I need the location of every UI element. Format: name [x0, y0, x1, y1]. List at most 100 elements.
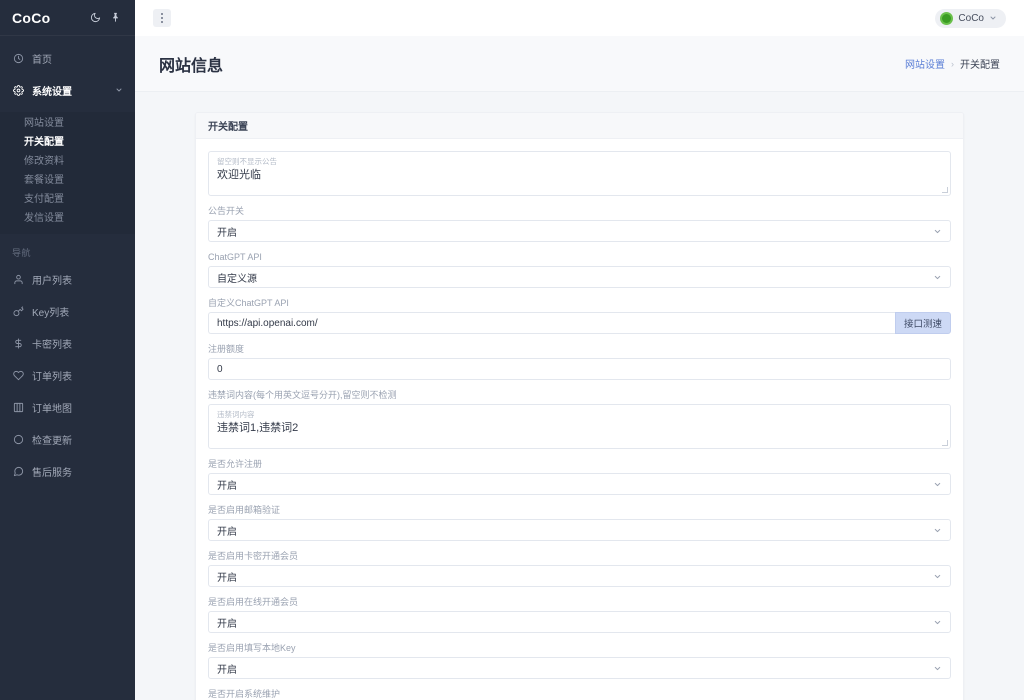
custom-api-input[interactable]: https://api.openai.com/: [208, 312, 895, 334]
select-value: 开启: [217, 480, 237, 492]
main-area: CoCo 网站信息 网站设置 › 开关配置 开关配置 留空则不显示公告 欢迎光临…: [135, 0, 1024, 700]
custom-api-input-group: https://api.openai.com/ 接口测速: [208, 312, 951, 334]
gear-icon: [12, 84, 25, 97]
page-header: 网站信息 网站设置 › 开关配置: [135, 36, 1024, 92]
sidebar-item-system-settings[interactable]: 系统设置: [0, 80, 135, 100]
field-announcement-switch: 公告开关 开启: [208, 205, 951, 242]
sidebar-item-label: 检查更新: [32, 435, 72, 447]
content-area: 开关配置 留空则不显示公告 欢迎光临 公告开关 开启 ChatGPT API 自…: [135, 92, 1024, 700]
resize-grip-icon[interactable]: [942, 440, 948, 446]
app-root: CoCo 首页 系统设置 网站设置 开关配置 修改资料 套餐设置 支付配置 发信…: [0, 0, 1024, 700]
avatar: [940, 11, 954, 25]
grid-icon: [12, 401, 25, 414]
sidebar-item-user-list[interactable]: 用户列表: [0, 269, 135, 289]
sidebar-item-key-list[interactable]: Key列表: [0, 301, 135, 321]
select-value: 自定义源: [217, 273, 257, 285]
sidebar-item-after-sales[interactable]: 售后服务: [0, 461, 135, 481]
field-label: 自定义ChatGPT API: [208, 298, 289, 308]
field-label: 公告开关: [208, 206, 245, 216]
card-header: 开关配置: [196, 113, 963, 139]
chevron-down-icon: [933, 480, 942, 489]
card-membership-select[interactable]: 开启: [208, 565, 951, 587]
field-allow-register: 是否允许注册 开启: [208, 458, 951, 495]
field-label: 是否允许注册: [208, 459, 263, 469]
card-icon: [12, 337, 25, 350]
app-logo: CoCo: [12, 9, 51, 26]
sidebar-subitem-switch-config[interactable]: 开关配置: [0, 133, 135, 152]
kebab-menu-icon[interactable]: [153, 9, 171, 27]
circle-icon: [12, 433, 25, 446]
field-label: 是否开启系统维护: [208, 689, 281, 699]
sidebar-item-home[interactable]: 首页: [0, 48, 135, 68]
chevron-down-icon: [933, 227, 942, 236]
chevron-down-icon: [933, 664, 942, 673]
field-custom-chatgpt-api: 自定义ChatGPT API https://api.openai.com/ 接…: [208, 297, 951, 334]
field-system-maintenance: 是否开启系统维护 关闭: [208, 688, 951, 700]
sidebar-item-label: 系统设置: [32, 86, 72, 98]
field-register-quota: 注册额度 0: [208, 343, 951, 380]
select-value: 开启: [217, 572, 237, 584]
announcement-textarea[interactable]: 留空则不显示公告 欢迎光临: [208, 151, 951, 196]
sidebar-subitem-mail-settings[interactable]: 发信设置: [0, 209, 135, 228]
sidebar-subitem-site-settings[interactable]: 网站设置: [0, 114, 135, 133]
sidebar-item-label: 用户列表: [32, 275, 72, 287]
heart-icon: [12, 369, 25, 382]
banned-words-textarea[interactable]: 违禁词内容 违禁词1,违禁词2: [208, 404, 951, 449]
select-value: 开启: [217, 664, 237, 676]
sidebar-item-label: Key列表: [32, 307, 70, 319]
field-label: 违禁词内容(每个用英文逗号分开),留空则不检测: [208, 390, 397, 400]
resize-grip-icon[interactable]: [942, 187, 948, 193]
field-online-membership: 是否启用在线开通会员 开启: [208, 596, 951, 633]
page-title: 网站信息: [159, 57, 224, 75]
select-value: 开启: [217, 526, 237, 538]
field-announcement: 留空则不显示公告 欢迎光临: [208, 151, 951, 196]
key-icon: [12, 305, 25, 318]
api-speed-test-button[interactable]: 接口测速: [894, 312, 951, 334]
user-menu-button[interactable]: CoCo: [935, 8, 1006, 28]
allow-register-select[interactable]: 开启: [208, 473, 951, 495]
user-icon: [12, 273, 25, 286]
field-label: 是否启用邮箱验证: [208, 505, 281, 515]
select-value: 开启: [217, 227, 237, 239]
email-verification-select[interactable]: 开启: [208, 519, 951, 541]
banned-words-inner-label: 违禁词内容: [217, 410, 255, 419]
switch-config-card: 开关配置 留空则不显示公告 欢迎光临 公告开关 开启 ChatGPT API 自…: [195, 112, 964, 700]
sidebar-item-label: 订单列表: [32, 371, 72, 383]
moon-icon[interactable]: [87, 10, 103, 26]
announcement-switch-select[interactable]: 开启: [208, 220, 951, 242]
breadcrumb-separator-icon: ›: [951, 58, 954, 69]
chevron-down-icon: [933, 273, 942, 282]
sidebar-submenu-system: 网站设置 开关配置 修改资料 套餐设置 支付配置 发信设置: [0, 112, 135, 234]
sidebar-item-order-map[interactable]: 订单地图: [0, 397, 135, 417]
sidebar-subitem-package-settings[interactable]: 套餐设置: [0, 171, 135, 190]
field-label: ChatGPT API: [208, 252, 262, 262]
card-title: 开关配置: [208, 122, 248, 133]
breadcrumb-parent-link[interactable]: 网站设置: [905, 56, 945, 71]
sidebar-subitem-edit-profile[interactable]: 修改资料: [0, 152, 135, 171]
sidebar-item-check-update[interactable]: 检查更新: [0, 429, 135, 449]
announcement-value: 欢迎光临: [217, 169, 261, 181]
chevron-down-icon: [114, 86, 123, 95]
sidebar-item-card-list[interactable]: 卡密列表: [0, 333, 135, 353]
sidebar-item-label: 首页: [32, 54, 52, 66]
breadcrumb-current: 开关配置: [960, 60, 1000, 71]
sidebar-item-order-list[interactable]: 订单列表: [0, 365, 135, 385]
chevron-down-icon: [933, 526, 942, 535]
field-label: 是否启用在线开通会员: [208, 597, 299, 607]
sidebar-section-nav: 导航: [12, 248, 32, 258]
sidebar-brand: CoCo: [0, 0, 135, 36]
sidebar-item-label: 售后服务: [32, 467, 72, 479]
local-key-select[interactable]: 开启: [208, 657, 951, 679]
chatgpt-api-select[interactable]: 自定义源: [208, 266, 951, 288]
sidebar-item-label: 卡密列表: [32, 339, 72, 351]
sidebar: CoCo 首页 系统设置 网站设置 开关配置 修改资料 套餐设置 支付配置 发信…: [0, 0, 135, 700]
announcement-inner-label: 留空则不显示公告: [217, 157, 277, 166]
register-quota-input[interactable]: 0: [208, 358, 951, 380]
sidebar-subitem-payment-config[interactable]: 支付配置: [0, 190, 135, 209]
field-label: 注册额度: [208, 344, 245, 354]
home-icon: [12, 52, 25, 65]
banned-words-value: 违禁词1,违禁词2: [217, 422, 299, 434]
pin-icon[interactable]: [107, 10, 123, 26]
online-membership-select[interactable]: 开启: [208, 611, 951, 633]
chevron-down-icon: [933, 572, 942, 581]
